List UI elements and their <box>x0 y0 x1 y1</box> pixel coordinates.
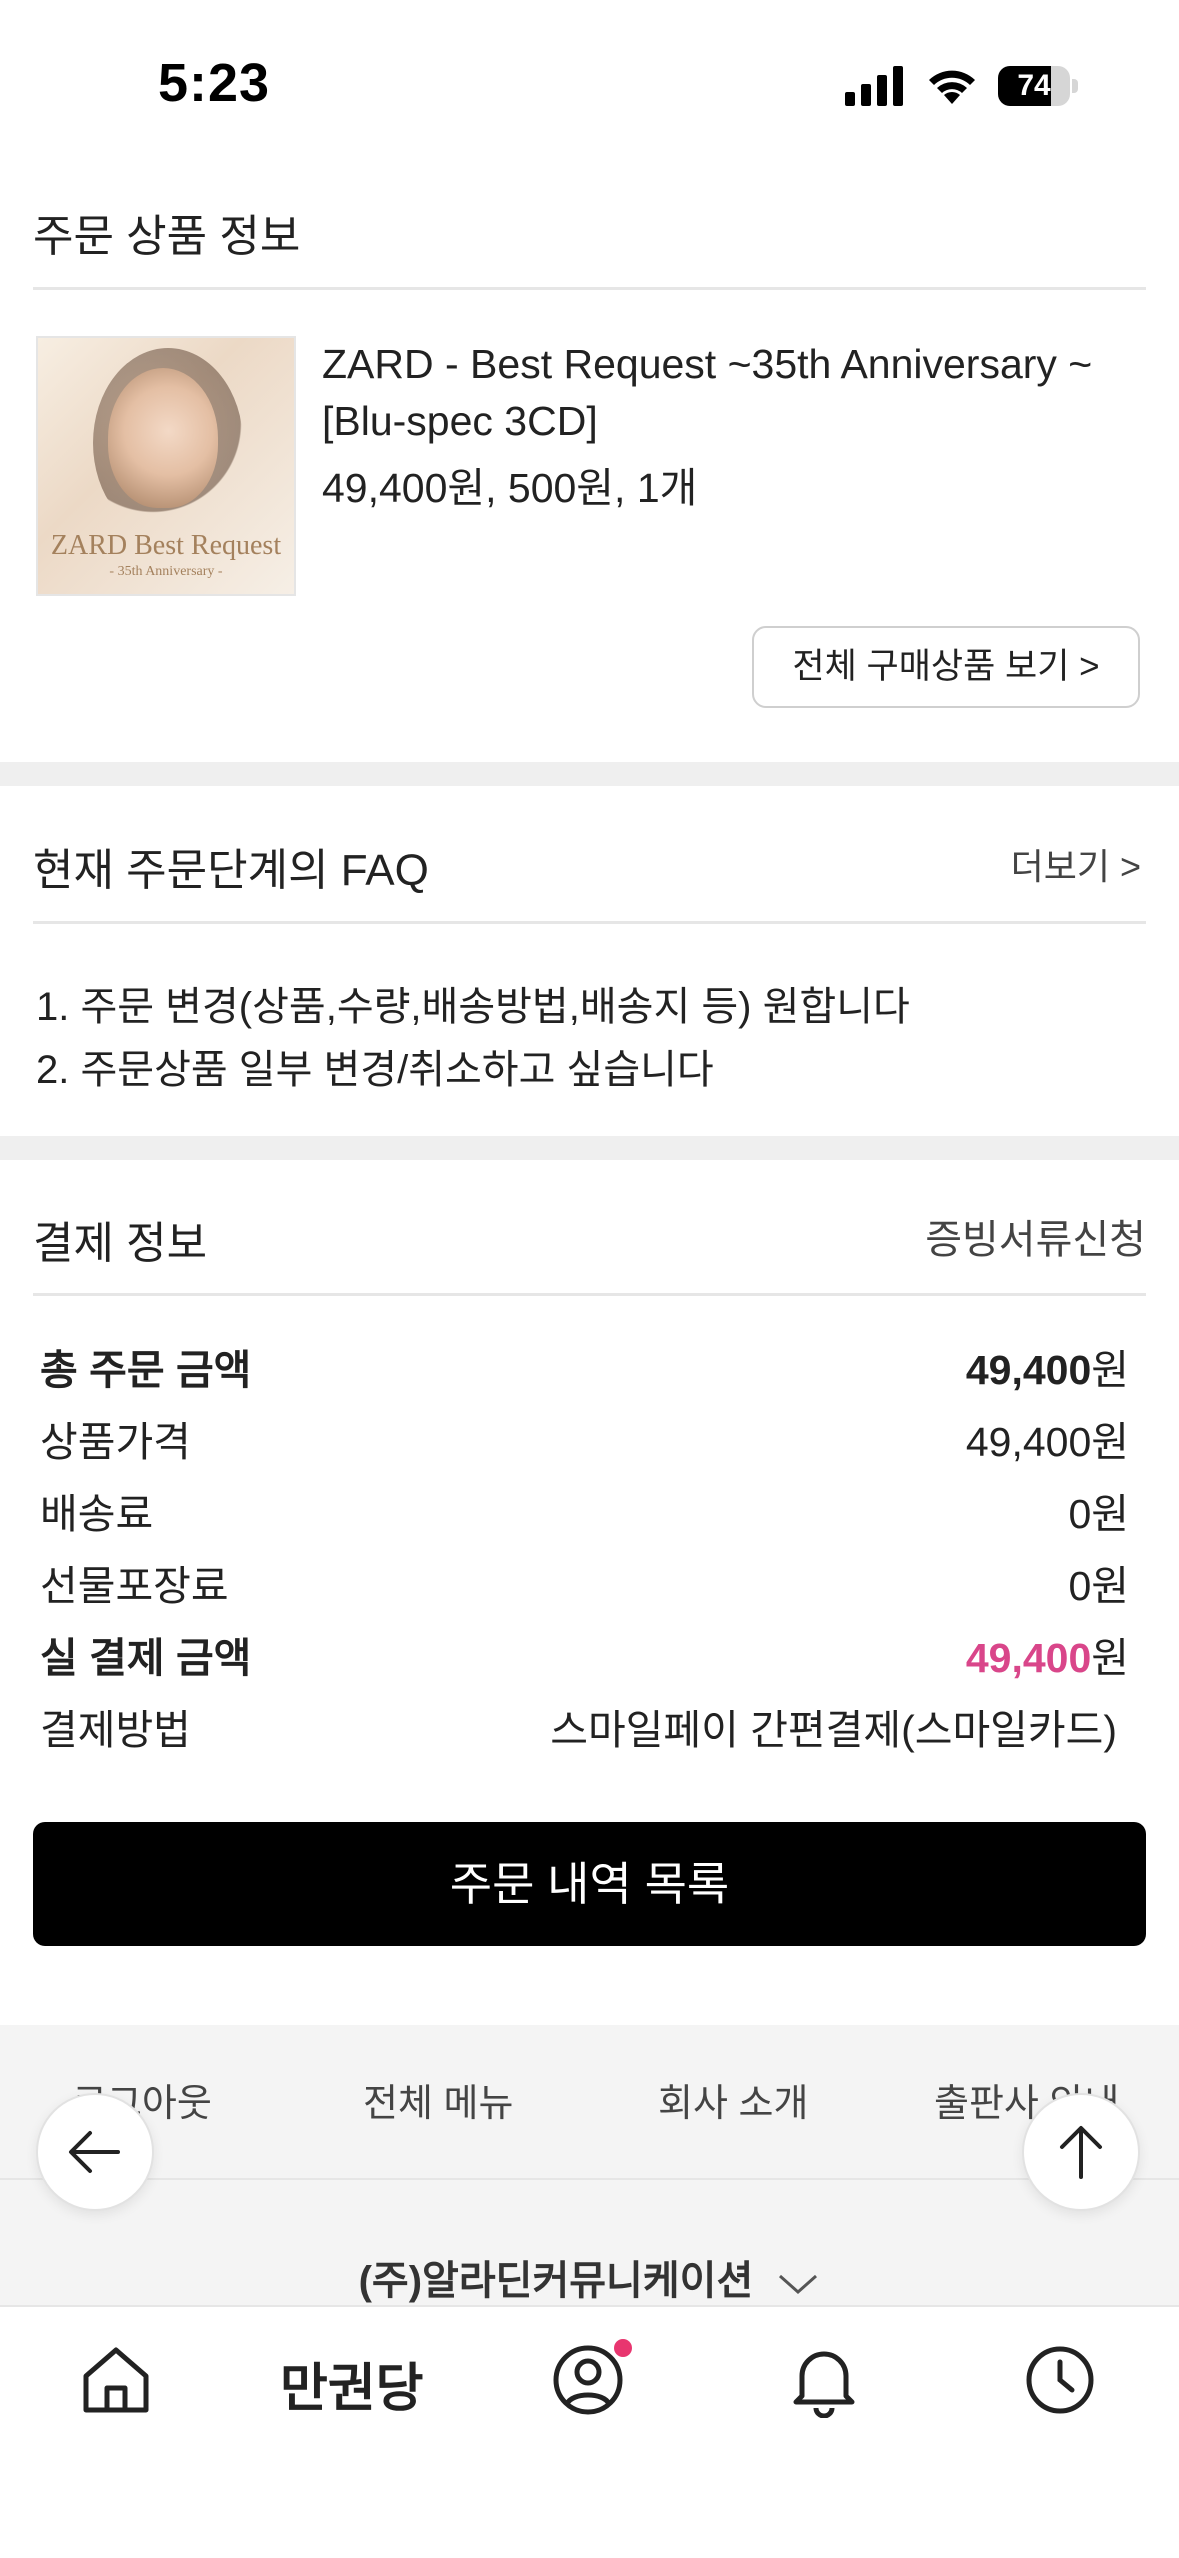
section-gap <box>0 1136 1179 1160</box>
product-price-label: 상품가격 <box>40 1419 191 1465</box>
arrow-up-icon <box>1060 2126 1102 2179</box>
gift-wrap-fee-value: 0원 <box>1068 1563 1129 1609</box>
wifi-icon <box>929 70 975 104</box>
chevron-down-icon <box>779 2275 818 2295</box>
total-order-amount: 49,400원 <box>966 1336 1129 1396</box>
product-price-meta: 49,400원, 500원, 1개 <box>322 465 698 511</box>
bell-icon[interactable] <box>786 2342 862 2418</box>
currency-unit: 원 <box>1091 1347 1129 1393</box>
total-order-label: 총 주문 금액 <box>40 1347 252 1393</box>
payment-method-value: 스마일페이 간편결제(스마일카드) <box>550 1707 1117 1753</box>
arrow-left-icon <box>69 2131 120 2173</box>
gift-wrap-fee-label: 선물포장료 <box>40 1563 229 1609</box>
footer-link-all-menu[interactable]: 전체 메뉴 <box>363 2072 513 2127</box>
profile-icon[interactable] <box>548 2334 636 2422</box>
faq-title: 현재 주문단계의 FAQ <box>33 846 429 895</box>
battery-level: 74 <box>1017 69 1051 102</box>
cellular-signal-icon <box>845 66 903 106</box>
divider <box>0 2178 1179 2180</box>
status-time: 5:23 <box>158 53 271 113</box>
company-name-toggle[interactable]: (주)알라딘커뮤니케이션 <box>0 2248 1179 2306</box>
home-icon[interactable] <box>78 2342 154 2418</box>
payment-title: 결제 정보 <box>33 1219 208 1268</box>
shipping-fee-value: 0원 <box>1068 1491 1129 1537</box>
currency-unit: 원 <box>1091 1635 1129 1681</box>
tab-mangwondang[interactable]: 만권당 <box>280 2346 424 2421</box>
notification-dot <box>614 2339 632 2357</box>
total-order-number: 49,400 <box>965 1347 1092 1393</box>
back-button[interactable] <box>36 2093 154 2211</box>
album-cover-image[interactable]: ZARD Best Request - 35th Anniversary - <box>36 336 296 596</box>
company-name: (주)알라딘커뮤니케이션 <box>358 2259 754 2303</box>
final-payment-number: 49,400 <box>965 1635 1092 1681</box>
album-art-subtext: - 35th Anniversary - <box>109 564 223 579</box>
payment-method-label: 결제방법 <box>40 1707 191 1753</box>
final-payment-amount: 49,400원 <box>966 1624 1129 1684</box>
album-art-text: ZARD Best Request <box>50 530 282 561</box>
faq-item[interactable]: 1. 주문 변경(상품,수량,배송방법,배송지 등) 원합니다 <box>36 974 910 1032</box>
product-price-value: 49,400원 <box>965 1419 1129 1465</box>
faq-more-link[interactable]: 더보기 > <box>1011 838 1141 890</box>
shipping-fee-label: 배송료 <box>40 1491 154 1537</box>
faq-item[interactable]: 2. 주문상품 일부 변경/취소하고 싶습니다 <box>36 1037 714 1095</box>
divider <box>33 287 1146 290</box>
divider <box>33 1293 1146 1296</box>
product-title[interactable]: ZARD - Best Request ~35th Anniversary ~ … <box>322 336 1152 450</box>
order-history-list-button[interactable]: 주문 내역 목록 <box>33 1822 1146 1946</box>
section-gap <box>0 762 1179 786</box>
proof-documents-link[interactable]: 증빙서류신청 <box>925 1207 1146 1265</box>
footer-link-company[interactable]: 회사 소개 <box>658 2072 808 2127</box>
divider <box>33 921 1146 924</box>
final-payment-label: 실 결제 금액 <box>40 1635 252 1681</box>
scroll-to-top-button[interactable] <box>1022 2093 1140 2211</box>
view-all-purchases-button[interactable]: 전체 구매상품 보기 > <box>752 626 1140 708</box>
order-product-title: 주문 상품 정보 <box>33 212 301 261</box>
clock-icon[interactable] <box>1022 2342 1098 2418</box>
battery-icon: 74 <box>998 66 1080 106</box>
